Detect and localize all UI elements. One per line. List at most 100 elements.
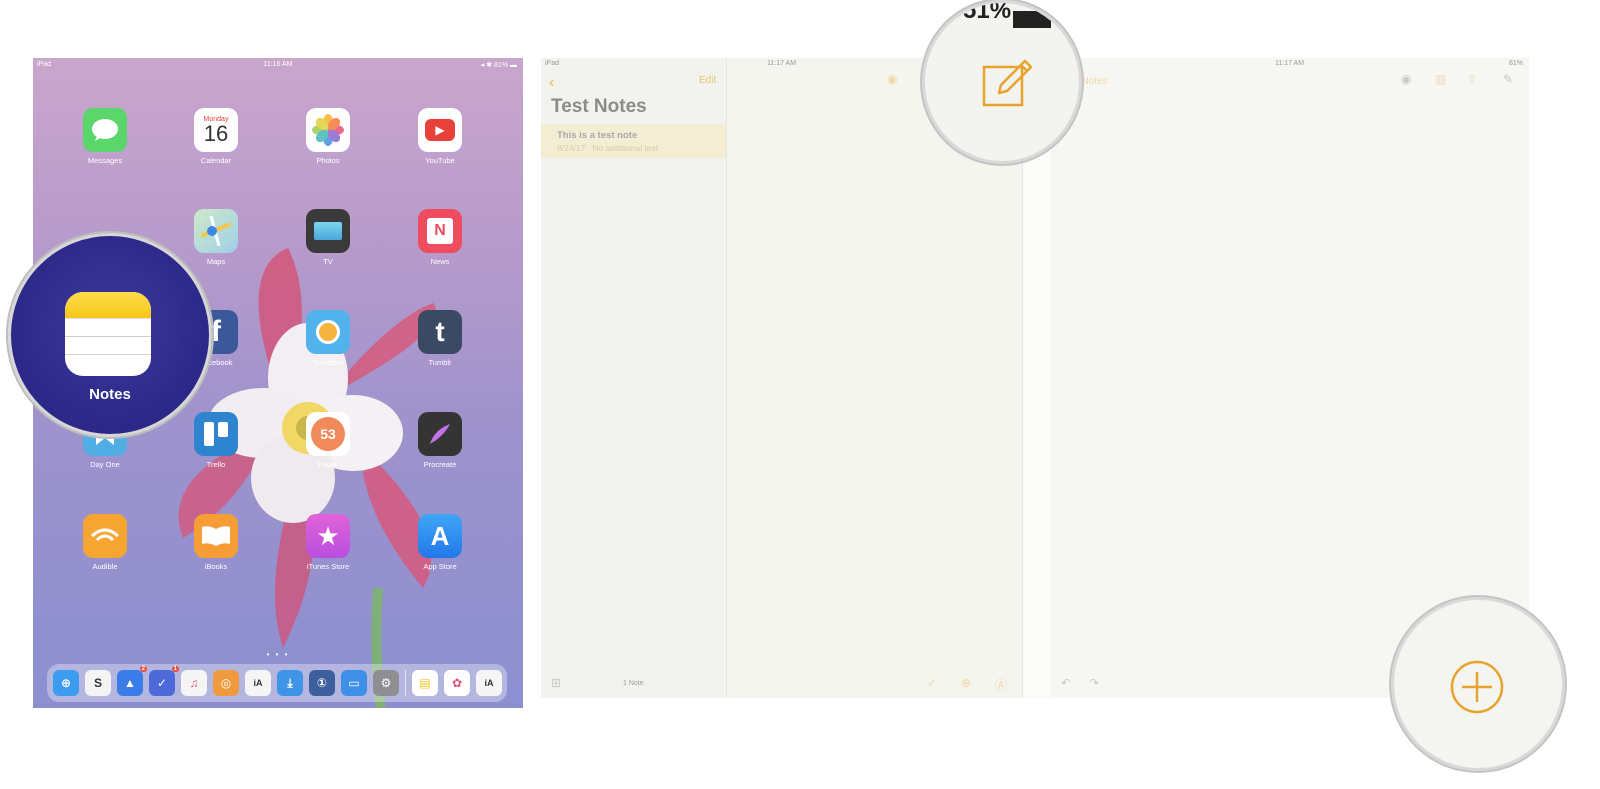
app-audible[interactable]: Audible: [70, 514, 140, 571]
tv-icon: [306, 209, 350, 253]
spark-icon[interactable]: ▲ 2: [117, 666, 147, 696]
1password-icon[interactable]: ①: [309, 670, 335, 696]
status-time: 11:16 AM: [263, 61, 293, 68]
app-label: Calendar: [200, 156, 232, 165]
omnifocus-icon[interactable]: ✓ 1: [149, 666, 179, 696]
notes-app-icon[interactable]: [65, 292, 151, 376]
brush-icon: [418, 412, 462, 456]
page-indicator-dots[interactable]: • • •: [33, 650, 523, 659]
notes-app-label: Notes: [89, 386, 131, 403]
app-maps[interactable]: Maps: [181, 209, 251, 266]
trello-icon: [194, 412, 238, 456]
note-title: This is a test note: [557, 130, 638, 141]
status-time-right: 11:17 AM: [1275, 60, 1305, 67]
app-procreate[interactable]: Procreate: [405, 412, 475, 469]
status-device: iPad: [545, 60, 560, 67]
checklist-icon[interactable]: ✓: [927, 676, 937, 690]
add-icon[interactable]: [1450, 660, 1504, 714]
status-battery: ◂ ✱ 81% ▬: [480, 62, 517, 69]
app-youtube[interactable]: ▶ YouTube: [405, 108, 475, 165]
app-label: Day One: [90, 460, 120, 469]
battery-icon: [1013, 11, 1051, 28]
trash-icon[interactable]: ▥: [1435, 72, 1446, 86]
star-icon: ★: [306, 514, 350, 558]
note-count: 1 Note: [623, 680, 644, 687]
compose-icon[interactable]: [981, 55, 1035, 109]
redo-icon[interactable]: ↷: [1089, 676, 1099, 690]
handwriting-icon[interactable]: Ⓐ: [995, 676, 1007, 693]
app-label: Tweetbot: [312, 358, 344, 367]
photos-flower-icon: [306, 108, 350, 152]
ia-writer-icon[interactable]: iA: [245, 670, 271, 696]
app-messages[interactable]: Messages: [70, 108, 140, 165]
grid-icon[interactable]: ⊞: [551, 676, 561, 690]
dock-divider: [405, 670, 406, 696]
add-people-icon[interactable]: ◉: [887, 72, 897, 86]
speech-bubble-icon: [83, 108, 127, 152]
download-icon[interactable]: ⤓: [277, 670, 303, 696]
app-trello[interactable]: Trello: [181, 412, 251, 469]
add-button-magnifier[interactable]: [1391, 597, 1565, 771]
tumblr-icon: t: [418, 310, 462, 354]
play-icon: ▶: [418, 108, 462, 152]
status-time-mid: 11:17 AM: [767, 60, 797, 67]
app-label: Audible: [92, 562, 118, 571]
app-label: Paper: [317, 460, 338, 469]
app-label: iTunes Store: [306, 562, 350, 571]
safari-icon[interactable]: ⊕: [53, 670, 79, 696]
list-item[interactable]: This is a test note 8/24/17 No additiona…: [541, 124, 726, 158]
edit-button[interactable]: Edit: [699, 75, 716, 86]
app-label: News: [430, 257, 450, 266]
app-calendar[interactable]: Monday 16 Calendar: [181, 108, 251, 165]
folder-title: Test Notes: [551, 96, 647, 117]
note-subtitle: 8/24/17 No additional text: [557, 143, 659, 153]
overcast-icon[interactable]: ◎: [213, 670, 239, 696]
status-battery-right: 81%: [1508, 60, 1523, 67]
add-icon[interactable]: ⊕: [961, 676, 971, 690]
music-icon[interactable]: ♫: [181, 670, 207, 696]
app-label: TV: [323, 257, 333, 266]
back-chevron-icon[interactable]: ‹: [549, 74, 554, 92]
book-icon: [194, 514, 238, 558]
calendar-icon: Monday 16: [194, 108, 238, 152]
app-label: App Store: [423, 562, 457, 571]
add-people-icon[interactable]: ◉: [1401, 72, 1411, 86]
app-label: Maps: [206, 257, 226, 266]
app-photos[interactable]: Photos: [293, 108, 363, 165]
app-label: Tumblr: [428, 358, 452, 367]
notes-list-pane: iPad ‹ Edit Test Notes This is a test no…: [541, 58, 727, 698]
app-tumblr[interactable]: t Tumblr: [405, 310, 475, 367]
app-label: YouTube: [425, 156, 455, 165]
status-bar: iPad 11:16 AM ◂ ✱ 81% ▬: [33, 58, 523, 72]
photos-dock-icon[interactable]: ✿: [444, 670, 470, 696]
ia-writer-recent-icon[interactable]: iA: [476, 670, 502, 696]
files-icon[interactable]: ▭: [341, 670, 367, 696]
app-itunes-store[interactable]: ★ iTunes Store: [293, 514, 363, 571]
news-icon: N: [418, 209, 462, 253]
notes-dock-icon[interactable]: ▤: [412, 670, 438, 696]
compose-button-magnifier[interactable]: 51%: [922, 0, 1082, 164]
audible-icon: [83, 514, 127, 558]
app-app-store[interactable]: A App Store: [405, 514, 475, 571]
share-icon[interactable]: ⇪: [1467, 72, 1477, 86]
app-news[interactable]: N News: [405, 209, 475, 266]
app-label: Trello: [206, 460, 226, 469]
undo-icon[interactable]: ↶: [1061, 676, 1071, 690]
compose-icon[interactable]: ✎: [1503, 72, 1513, 86]
app-tv[interactable]: TV: [293, 209, 363, 266]
app-ibooks[interactable]: iBooks: [181, 514, 251, 571]
app-paper[interactable]: 53 Paper: [293, 412, 363, 469]
scrivener-icon[interactable]: S: [85, 670, 111, 696]
map-icon: [194, 209, 238, 253]
app-label: Procreate: [423, 460, 457, 469]
app-label: Photos: [316, 156, 340, 165]
settings-gear-icon[interactable]: ⚙: [373, 670, 399, 696]
app-store-icon: A: [418, 514, 462, 558]
battery-percent-magnified: 51%: [963, 0, 1012, 24]
notes-app-magnifier[interactable]: Notes: [8, 233, 212, 437]
paper-icon: 53: [306, 412, 350, 456]
app-label: iBooks: [204, 562, 228, 571]
tweetbot-icon: [306, 310, 350, 354]
app-tweetbot[interactable]: Tweetbot: [293, 310, 363, 367]
dock: ⊕ S ▲ 2 ✓ 1 ♫ ◎ iA ⤓ ① ▭ ⚙ ▤ ✿ iA: [47, 664, 507, 702]
